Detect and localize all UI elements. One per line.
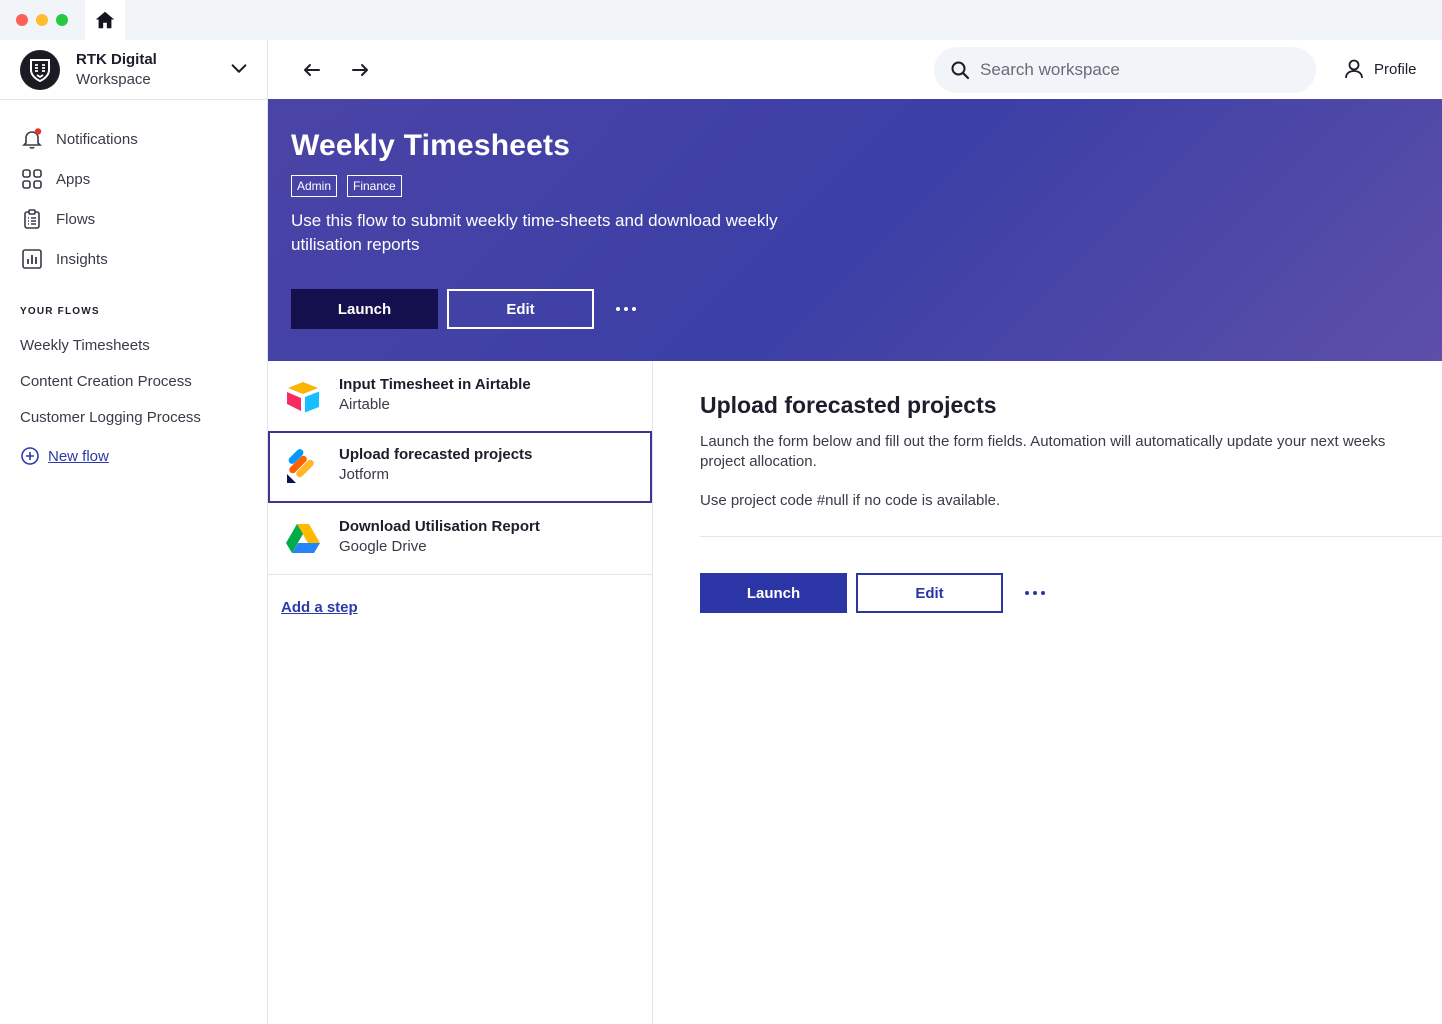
step-more-options-button[interactable] (1020, 583, 1050, 603)
step-item-google-drive[interactable]: Download Utilisation Report Google Drive (268, 503, 652, 575)
flow-item-weekly-timesheets[interactable]: Weekly Timesheets (20, 327, 201, 363)
divider (700, 536, 1442, 537)
flow-more-options-button[interactable] (611, 299, 641, 319)
forward-button[interactable] (347, 57, 373, 83)
add-step-link[interactable]: Add a step (281, 599, 358, 616)
home-tab[interactable] (85, 0, 125, 40)
flow-steps-list: Input Timesheet in Airtable Airtable Upl… (268, 361, 653, 1024)
step-app: Airtable (339, 396, 390, 413)
step-app: Jotform (339, 466, 390, 483)
nav-label: Notifications (56, 130, 138, 148)
search-icon (951, 61, 970, 80)
step-launch-button[interactable]: Launch (700, 573, 847, 613)
clipboard-list-icon (20, 207, 44, 231)
flow-item-customer-logging[interactable]: Customer Logging Process (20, 399, 201, 435)
jotform-logo (287, 449, 314, 483)
search-bar[interactable] (934, 47, 1316, 93)
step-edit-button[interactable]: Edit (856, 573, 1003, 613)
workspace-subtitle: Workspace (76, 71, 151, 88)
top-bar: Profile (268, 40, 1442, 99)
minimize-window-dot[interactable] (36, 14, 48, 26)
new-flow-link[interactable]: New flow (20, 446, 109, 466)
search-input[interactable] (980, 60, 1280, 80)
flow-edit-button[interactable]: Edit (447, 289, 594, 329)
ellipsis-dot (1041, 591, 1045, 595)
home-icon (95, 11, 115, 29)
main-nav: Notifications Apps Flows Insights (0, 119, 267, 279)
step-title: Input Timesheet in Airtable (339, 376, 531, 393)
close-window-dot[interactable] (16, 14, 28, 26)
workspace-name: RTK Digital (76, 51, 157, 68)
plus-circle-icon (20, 446, 40, 466)
ellipsis-dot (632, 307, 636, 311)
airtable-logo (287, 382, 319, 413)
bar-chart-icon (20, 247, 44, 271)
sidebar: RTK Digital Workspace Notifications Apps… (0, 40, 268, 1024)
nav-label: Apps (56, 170, 91, 188)
bell-icon (20, 127, 44, 151)
maximize-window-dot[interactable] (56, 14, 68, 26)
flow-launch-button[interactable]: Launch (291, 289, 438, 329)
user-icon (1345, 59, 1363, 79)
nav-label: Flows (56, 210, 96, 228)
step-title: Upload forecasted projects (339, 446, 533, 463)
back-button[interactable] (299, 57, 325, 83)
nav-item-flows[interactable]: Flows (0, 199, 267, 239)
ellipsis-dot (1025, 591, 1029, 595)
flow-title: Weekly Timesheets (291, 129, 571, 162)
flow-item-content-creation[interactable]: Content Creation Process (20, 363, 201, 399)
new-flow-label: New flow (48, 447, 109, 465)
nav-label: Insights (56, 250, 108, 268)
step-item-jotform[interactable]: Upload forecasted projects Jotform (268, 431, 652, 503)
shield-logo-icon (30, 59, 50, 83)
step-app: Google Drive (339, 538, 427, 555)
flow-tags: Admin Finance (291, 175, 412, 197)
step-detail-title: Upload forecasted projects (700, 392, 997, 418)
window-titlebar (0, 0, 1442, 40)
workspace-logo (20, 50, 60, 90)
step-item-airtable[interactable]: Input Timesheet in Airtable Airtable (268, 361, 652, 433)
apps-grid-icon (20, 167, 44, 191)
flow-hero-banner: Weekly Timesheets Admin Finance Use this… (268, 99, 1442, 361)
step-title: Download Utilisation Report (339, 518, 540, 535)
step-detail-panel: Upload forecasted projects Launch the fo… (653, 361, 1442, 1024)
your-flows-heading: YOUR FLOWS (20, 306, 100, 317)
ellipsis-dot (1033, 591, 1037, 595)
ellipsis-dot (616, 307, 620, 311)
google-drive-logo (286, 524, 320, 553)
nav-item-apps[interactable]: Apps (0, 159, 267, 199)
profile-button[interactable]: Profile (1342, 57, 1417, 81)
workspace-switcher[interactable]: RTK Digital Workspace (0, 40, 267, 100)
profile-label: Profile (1374, 60, 1417, 78)
chevron-down-icon[interactable] (228, 58, 250, 80)
tag-finance: Finance (347, 175, 402, 197)
tag-admin: Admin (291, 175, 338, 197)
arrow-left-icon (304, 64, 320, 76)
nav-item-notifications[interactable]: Notifications (0, 119, 267, 159)
flow-list: Weekly Timesheets Content Creation Proce… (20, 327, 201, 435)
arrow-right-icon (352, 64, 368, 76)
nav-item-insights[interactable]: Insights (0, 239, 267, 279)
flow-description: Use this flow to submit weekly time-shee… (291, 211, 778, 254)
step-detail-description: Launch the form below and fill out the f… (700, 433, 1386, 470)
step-detail-note: Use project code #null if no code is ava… (700, 492, 1001, 509)
ellipsis-dot (624, 307, 628, 311)
